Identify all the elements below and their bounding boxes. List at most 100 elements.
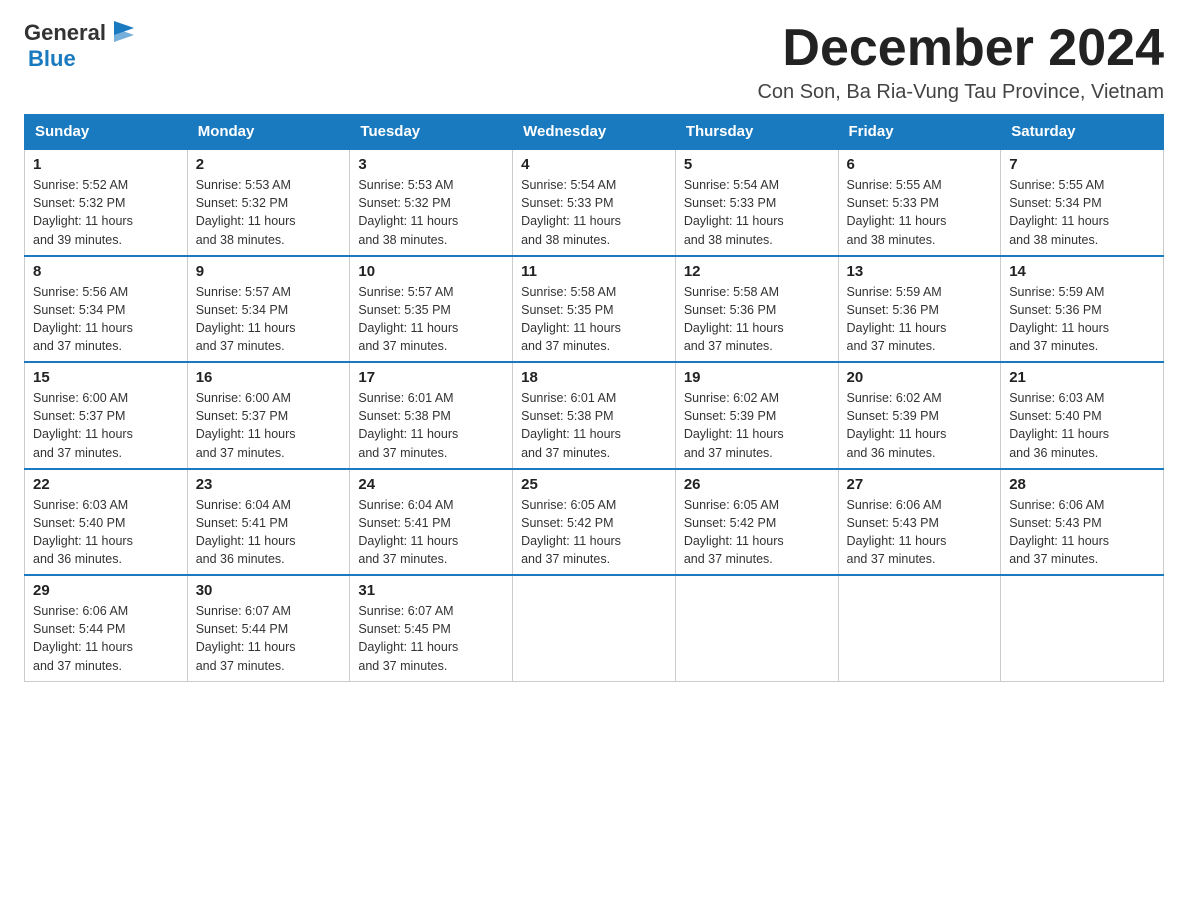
day-info: Sunrise: 5:55 AMSunset: 5:33 PMDaylight:… bbox=[847, 176, 993, 249]
day-info: Sunrise: 6:06 AMSunset: 5:44 PMDaylight:… bbox=[33, 602, 179, 675]
day-number: 7 bbox=[1009, 156, 1155, 173]
day-number: 5 bbox=[684, 156, 830, 173]
day-cell-9: 9 Sunrise: 5:57 AMSunset: 5:34 PMDayligh… bbox=[187, 256, 350, 363]
day-cell-14: 14 Sunrise: 5:59 AMSunset: 5:36 PMDaylig… bbox=[1001, 256, 1164, 363]
empty-cell-w4-d5 bbox=[838, 575, 1001, 681]
day-number: 3 bbox=[358, 156, 504, 173]
day-number: 23 bbox=[196, 476, 342, 493]
day-number: 19 bbox=[684, 369, 830, 386]
day-number: 16 bbox=[196, 369, 342, 386]
day-cell-11: 11 Sunrise: 5:58 AMSunset: 5:35 PMDaylig… bbox=[513, 256, 676, 363]
day-cell-24: 24 Sunrise: 6:04 AMSunset: 5:41 PMDaylig… bbox=[350, 469, 513, 576]
calendar-table: SundayMondayTuesdayWednesdayThursdayFrid… bbox=[24, 114, 1164, 682]
weekday-header-tuesday: Tuesday bbox=[350, 115, 513, 150]
day-number: 29 bbox=[33, 582, 179, 599]
day-cell-26: 26 Sunrise: 6:05 AMSunset: 5:42 PMDaylig… bbox=[675, 469, 838, 576]
day-info: Sunrise: 6:05 AMSunset: 5:42 PMDaylight:… bbox=[521, 496, 667, 569]
day-number: 17 bbox=[358, 369, 504, 386]
day-number: 18 bbox=[521, 369, 667, 386]
empty-cell-w4-d3 bbox=[513, 575, 676, 681]
day-number: 26 bbox=[684, 476, 830, 493]
week-row-2: 8 Sunrise: 5:56 AMSunset: 5:34 PMDayligh… bbox=[25, 256, 1164, 363]
day-info: Sunrise: 6:06 AMSunset: 5:43 PMDaylight:… bbox=[1009, 496, 1155, 569]
calendar-subtitle: Con Son, Ba Ria-Vung Tau Province, Vietn… bbox=[757, 81, 1164, 104]
day-number: 27 bbox=[847, 476, 993, 493]
day-info: Sunrise: 5:58 AMSunset: 5:35 PMDaylight:… bbox=[521, 283, 667, 356]
day-number: 20 bbox=[847, 369, 993, 386]
day-info: Sunrise: 6:07 AMSunset: 5:44 PMDaylight:… bbox=[196, 602, 342, 675]
day-number: 4 bbox=[521, 156, 667, 173]
day-info: Sunrise: 5:52 AMSunset: 5:32 PMDaylight:… bbox=[33, 176, 179, 249]
day-cell-23: 23 Sunrise: 6:04 AMSunset: 5:41 PMDaylig… bbox=[187, 469, 350, 576]
day-info: Sunrise: 6:01 AMSunset: 5:38 PMDaylight:… bbox=[521, 389, 667, 462]
day-number: 30 bbox=[196, 582, 342, 599]
weekday-header-friday: Friday bbox=[838, 115, 1001, 150]
weekday-header-saturday: Saturday bbox=[1001, 115, 1164, 150]
day-number: 9 bbox=[196, 263, 342, 280]
day-number: 21 bbox=[1009, 369, 1155, 386]
day-number: 6 bbox=[847, 156, 993, 173]
weekday-header-row: SundayMondayTuesdayWednesdayThursdayFrid… bbox=[25, 115, 1164, 150]
day-number: 22 bbox=[33, 476, 179, 493]
week-row-3: 15 Sunrise: 6:00 AMSunset: 5:37 PMDaylig… bbox=[25, 362, 1164, 469]
day-info: Sunrise: 6:03 AMSunset: 5:40 PMDaylight:… bbox=[1009, 389, 1155, 462]
day-cell-21: 21 Sunrise: 6:03 AMSunset: 5:40 PMDaylig… bbox=[1001, 362, 1164, 469]
day-info: Sunrise: 6:07 AMSunset: 5:45 PMDaylight:… bbox=[358, 602, 504, 675]
day-info: Sunrise: 5:55 AMSunset: 5:34 PMDaylight:… bbox=[1009, 176, 1155, 249]
day-info: Sunrise: 6:02 AMSunset: 5:39 PMDaylight:… bbox=[684, 389, 830, 462]
weekday-header-sunday: Sunday bbox=[25, 115, 188, 150]
day-number: 28 bbox=[1009, 476, 1155, 493]
empty-cell-w4-d4 bbox=[675, 575, 838, 681]
day-cell-3: 3 Sunrise: 5:53 AMSunset: 5:32 PMDayligh… bbox=[350, 149, 513, 256]
day-info: Sunrise: 6:04 AMSunset: 5:41 PMDaylight:… bbox=[196, 496, 342, 569]
logo: General Blue bbox=[24, 20, 139, 72]
day-cell-22: 22 Sunrise: 6:03 AMSunset: 5:40 PMDaylig… bbox=[25, 469, 188, 576]
day-info: Sunrise: 6:03 AMSunset: 5:40 PMDaylight:… bbox=[33, 496, 179, 569]
day-number: 14 bbox=[1009, 263, 1155, 280]
calendar-title-block: December 2024 Con Son, Ba Ria-Vung Tau P… bbox=[757, 20, 1164, 104]
day-cell-27: 27 Sunrise: 6:06 AMSunset: 5:43 PMDaylig… bbox=[838, 469, 1001, 576]
day-cell-10: 10 Sunrise: 5:57 AMSunset: 5:35 PMDaylig… bbox=[350, 256, 513, 363]
day-info: Sunrise: 6:00 AMSunset: 5:37 PMDaylight:… bbox=[33, 389, 179, 462]
day-cell-13: 13 Sunrise: 5:59 AMSunset: 5:36 PMDaylig… bbox=[838, 256, 1001, 363]
day-info: Sunrise: 6:05 AMSunset: 5:42 PMDaylight:… bbox=[684, 496, 830, 569]
day-number: 2 bbox=[196, 156, 342, 173]
day-cell-7: 7 Sunrise: 5:55 AMSunset: 5:34 PMDayligh… bbox=[1001, 149, 1164, 256]
day-info: Sunrise: 5:53 AMSunset: 5:32 PMDaylight:… bbox=[358, 176, 504, 249]
day-info: Sunrise: 5:56 AMSunset: 5:34 PMDaylight:… bbox=[33, 283, 179, 356]
day-cell-4: 4 Sunrise: 5:54 AMSunset: 5:33 PMDayligh… bbox=[513, 149, 676, 256]
empty-cell-w4-d6 bbox=[1001, 575, 1164, 681]
day-number: 13 bbox=[847, 263, 993, 280]
day-info: Sunrise: 5:58 AMSunset: 5:36 PMDaylight:… bbox=[684, 283, 830, 356]
day-number: 25 bbox=[521, 476, 667, 493]
day-number: 15 bbox=[33, 369, 179, 386]
page-header: General Blue December 2024 Con Son, Ba R… bbox=[24, 20, 1164, 104]
weekday-header-monday: Monday bbox=[187, 115, 350, 150]
day-info: Sunrise: 6:06 AMSunset: 5:43 PMDaylight:… bbox=[847, 496, 993, 569]
day-cell-15: 15 Sunrise: 6:00 AMSunset: 5:37 PMDaylig… bbox=[25, 362, 188, 469]
weekday-header-wednesday: Wednesday bbox=[513, 115, 676, 150]
week-row-1: 1 Sunrise: 5:52 AMSunset: 5:32 PMDayligh… bbox=[25, 149, 1164, 256]
day-cell-1: 1 Sunrise: 5:52 AMSunset: 5:32 PMDayligh… bbox=[25, 149, 188, 256]
day-cell-2: 2 Sunrise: 5:53 AMSunset: 5:32 PMDayligh… bbox=[187, 149, 350, 256]
day-cell-25: 25 Sunrise: 6:05 AMSunset: 5:42 PMDaylig… bbox=[513, 469, 676, 576]
day-info: Sunrise: 5:54 AMSunset: 5:33 PMDaylight:… bbox=[521, 176, 667, 249]
day-info: Sunrise: 6:01 AMSunset: 5:38 PMDaylight:… bbox=[358, 389, 504, 462]
day-cell-20: 20 Sunrise: 6:02 AMSunset: 5:39 PMDaylig… bbox=[838, 362, 1001, 469]
day-info: Sunrise: 5:57 AMSunset: 5:35 PMDaylight:… bbox=[358, 283, 504, 356]
day-info: Sunrise: 6:02 AMSunset: 5:39 PMDaylight:… bbox=[847, 389, 993, 462]
day-number: 10 bbox=[358, 263, 504, 280]
weekday-header-thursday: Thursday bbox=[675, 115, 838, 150]
day-cell-29: 29 Sunrise: 6:06 AMSunset: 5:44 PMDaylig… bbox=[25, 575, 188, 681]
day-cell-19: 19 Sunrise: 6:02 AMSunset: 5:39 PMDaylig… bbox=[675, 362, 838, 469]
day-cell-17: 17 Sunrise: 6:01 AMSunset: 5:38 PMDaylig… bbox=[350, 362, 513, 469]
day-info: Sunrise: 6:00 AMSunset: 5:37 PMDaylight:… bbox=[196, 389, 342, 462]
day-info: Sunrise: 6:04 AMSunset: 5:41 PMDaylight:… bbox=[358, 496, 504, 569]
day-info: Sunrise: 5:54 AMSunset: 5:33 PMDaylight:… bbox=[684, 176, 830, 249]
day-number: 24 bbox=[358, 476, 504, 493]
day-info: Sunrise: 5:59 AMSunset: 5:36 PMDaylight:… bbox=[1009, 283, 1155, 356]
day-cell-31: 31 Sunrise: 6:07 AMSunset: 5:45 PMDaylig… bbox=[350, 575, 513, 681]
day-info: Sunrise: 5:57 AMSunset: 5:34 PMDaylight:… bbox=[196, 283, 342, 356]
day-cell-6: 6 Sunrise: 5:55 AMSunset: 5:33 PMDayligh… bbox=[838, 149, 1001, 256]
logo-flag-icon bbox=[109, 16, 139, 46]
